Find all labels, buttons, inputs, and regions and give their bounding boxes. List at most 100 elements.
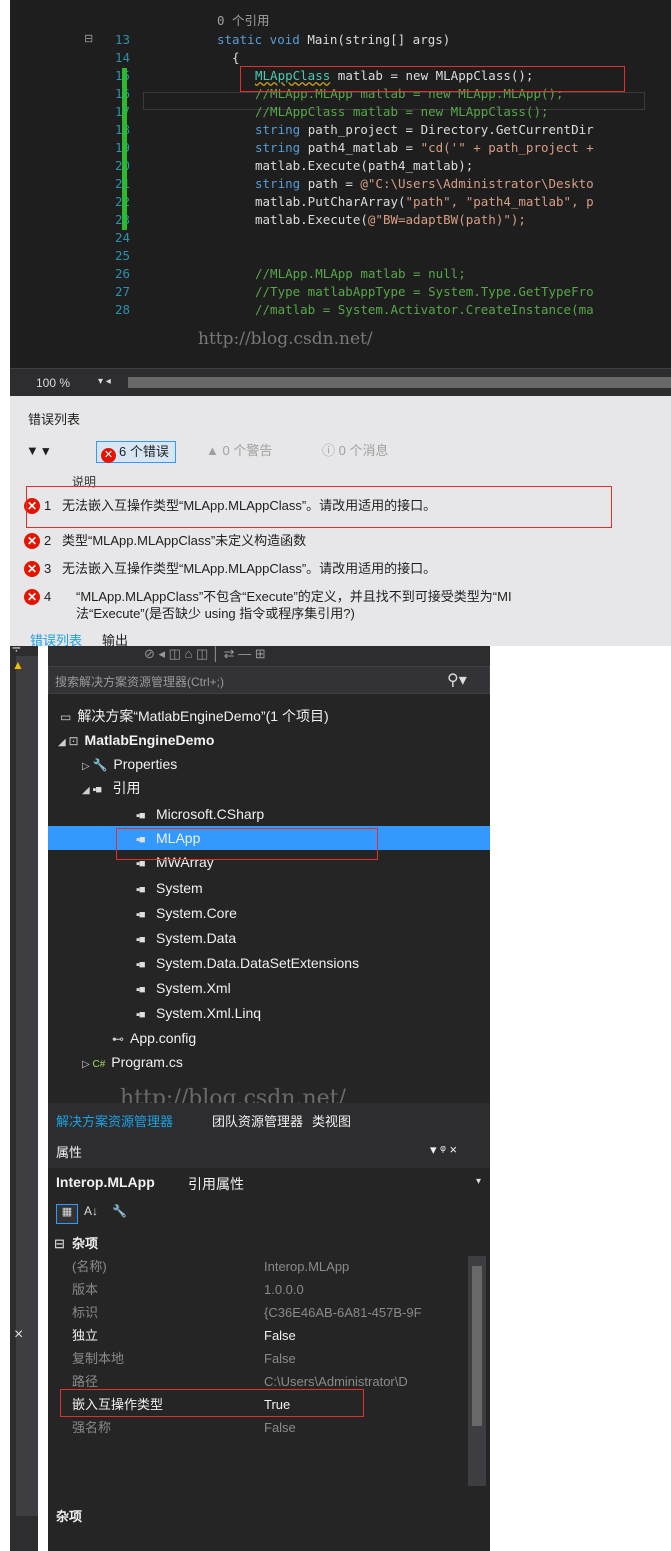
error-icon: ✕ — [101, 448, 116, 463]
csharp-project-icon: ⊡ — [68, 734, 79, 748]
description-title: 杂项 — [56, 1509, 83, 1524]
error-icon: ✕ — [24, 561, 40, 577]
zoom-dropdown-icon[interactable]: ▾ ◂ — [98, 376, 111, 387]
highlight-callout — [116, 828, 378, 860]
line-number: 25 — [114, 248, 130, 263]
vertical-scrollbar[interactable] — [16, 656, 38, 1516]
assembly-icon: ▪■ — [136, 959, 146, 971]
code-line-28: //matlab = System.Activator.CreateInstan… — [255, 302, 594, 317]
collapsed-icon[interactable]: ▷ — [82, 761, 92, 772]
category-row[interactable]: ⊟ 杂项 — [48, 1232, 468, 1255]
assembly-icon: ▪■ — [136, 1009, 146, 1021]
error-row[interactable]: ✕ 2 类型“MLApp.MLAppClass”未定义构造函数 — [10, 529, 671, 553]
object-name: Interop.MLApp — [56, 1174, 155, 1190]
error-row[interactable]: ✕ 3 无法嵌入互操作类型“MLApp.MLAppClass”。请改用适用的接口… — [10, 557, 671, 581]
tab-error-list[interactable]: 错误列表 — [30, 630, 82, 646]
line-number: 14 — [114, 50, 130, 65]
blank-area — [490, 646, 671, 1551]
search-input[interactable]: 搜索解决方案资源管理器(Ctrl+;) — [55, 673, 224, 690]
property-row[interactable]: 独立 False — [48, 1324, 468, 1347]
scrollbar-thumb[interactable] — [472, 1266, 482, 1426]
object-type: 引用属性 — [188, 1176, 244, 1192]
warning-icon: ▲ — [12, 658, 24, 672]
filter-icon[interactable]: ▼ ▾ — [26, 441, 49, 461]
close-icon[interactable]: × — [14, 1326, 23, 1344]
project-node[interactable]: ◢ ⊡ MatlabEngineDemo — [58, 728, 214, 752]
reference-item[interactable]: ▪■ System — [136, 876, 203, 900]
properties-node[interactable]: ▷ 🔧 Properties — [82, 752, 177, 776]
line-number: 28 — [114, 302, 130, 317]
code-line-23: matlab.Execute(@"BW=adaptBW(path)"); — [255, 212, 526, 227]
solution-search-box[interactable]: 搜索解决方案资源管理器(Ctrl+;) ⚲▾ — [48, 666, 490, 694]
warning-icon: ▲ — [206, 443, 223, 458]
toolbar-icons[interactable]: ⊘ ◂ ◫ ⌂ ◫ │ ⇄ — ⊞ — [144, 646, 266, 662]
bottom-tabs: 错误列表 输出 — [10, 630, 671, 646]
warnings-filter-button[interactable]: ▲ 0 个警告 — [206, 441, 272, 461]
highlight-callout — [240, 66, 625, 92]
assembly-icon: ▪■ — [136, 810, 146, 822]
assembly-icon: ▪■ — [136, 909, 146, 921]
search-icon[interactable]: ⚲▾ — [447, 670, 467, 690]
reference-item[interactable]: ▪■ System.Data — [136, 926, 236, 950]
code-editor[interactable]: 13 14 15 16 17 18 19 20 21 22 23 24 25 2… — [10, 0, 671, 368]
chevron-down-icon[interactable]: ▾ — [476, 1176, 481, 1187]
left-dock-strip: ÷ ▲ × — [10, 640, 38, 1551]
panel-title: 错误列表 — [28, 412, 81, 427]
references-node[interactable]: ◢ ▪■ 引用 — [82, 776, 140, 800]
vertical-scrollbar[interactable] — [468, 1256, 486, 1486]
reference-item[interactable]: ▪■ Microsoft.CSharp — [136, 802, 264, 826]
collapsed-icon[interactable]: ▷ — [82, 1059, 92, 1070]
solution-tabs: 解决方案资源管理器 团队资源管理器 类视图 — [48, 1103, 490, 1136]
tab-class-view[interactable]: 类视图 — [312, 1111, 351, 1130]
info-icon: ⓘ — [322, 443, 339, 458]
highlight-callout — [26, 486, 612, 528]
categorized-icon[interactable]: ▦ — [56, 1204, 78, 1224]
messages-filter-button[interactable]: ⓘ 0 个消息 — [322, 441, 388, 461]
property-row[interactable]: 标识 {C36E46AB-6A81-457B-9F — [48, 1301, 468, 1324]
expand-icon[interactable]: ◢ — [58, 737, 68, 748]
property-row[interactable]: 版本 1.0.0.0 — [48, 1278, 468, 1301]
tab-output[interactable]: 输出 — [102, 630, 128, 646]
assembly-icon: ▪■ — [136, 884, 146, 896]
panel-controls[interactable]: ▾ ᵠ × — [430, 1142, 457, 1158]
property-row[interactable]: 复制本地 False — [48, 1347, 468, 1370]
properties-toolbar: ▦ A↓ 🔧 — [48, 1198, 490, 1228]
appconfig-node[interactable]: ⊷ App.config — [112, 1026, 196, 1050]
reference-item[interactable]: ▪■ System.Xml.Linq — [136, 1001, 261, 1025]
code-line-19: string path4_matlab = "cd('" + path_proj… — [255, 140, 594, 155]
pin-icon[interactable]: ÷ — [12, 640, 21, 658]
csharp-file-icon: C# — [92, 1059, 106, 1070]
code-line-27: //Type matlabAppType = System.Type.GetTy… — [255, 284, 594, 299]
code-line-18: string path_project = Directory.GetCurre… — [255, 122, 594, 137]
collapse-icon[interactable]: ⊟ — [54, 1232, 65, 1255]
zoom-level[interactable]: 100 % — [36, 376, 70, 390]
reference-count-hint[interactable]: 0 个引用 — [217, 12, 270, 29]
collapse-icon[interactable]: ⊟ — [84, 32, 93, 45]
line-number-gutter: 13 14 15 16 17 18 19 20 21 22 23 24 25 2… — [10, 0, 130, 368]
panel-title: 属性 — [56, 1145, 83, 1160]
wrench-icon[interactable]: 🔧 — [112, 1204, 127, 1218]
watermark-text: http://blog.csdn.net/ — [198, 329, 373, 349]
object-selector[interactable]: Interop.MLApp 引用属性 ▾ — [48, 1168, 490, 1198]
references-icon: ▪■ — [92, 784, 102, 796]
property-row[interactable]: (名称) Interop.MLApp — [48, 1255, 468, 1278]
error-icon: ✕ — [24, 589, 40, 605]
properties-header: 属性 ▾ ᵠ × — [48, 1136, 490, 1168]
alphabetical-icon[interactable]: A↓ — [84, 1204, 98, 1218]
error-filter-bar: ▼ ▾ ✕ 6 个错误 ▲ 0 个警告 ⓘ 0 个消息 — [10, 438, 671, 464]
reference-item[interactable]: ▪■ System.Data.DataSetExtensions — [136, 951, 359, 975]
line-number: 24 — [114, 230, 130, 245]
reference-item[interactable]: ▪■ System.Xml — [136, 976, 231, 1000]
tab-team-explorer[interactable]: 团队资源管理器 — [212, 1111, 303, 1130]
horizontal-scrollbar[interactable] — [128, 377, 671, 388]
property-row[interactable]: 强名称 False — [48, 1416, 468, 1439]
solution-root[interactable]: ▭ 解决方案“MatlabEngineDemo”(1 个项目) — [60, 704, 329, 728]
errors-filter-button[interactable]: ✕ 6 个错误 — [96, 441, 176, 463]
expand-icon[interactable]: ◢ — [82, 785, 92, 796]
reference-item[interactable]: ▪■ System.Core — [136, 901, 237, 925]
tab-solution-explorer[interactable]: 解决方案资源管理器 — [56, 1111, 173, 1130]
change-marker — [122, 68, 127, 230]
solution-toolbar: ⊘ ◂ ◫ ⌂ ◫ │ ⇄ — ⊞ — [48, 646, 490, 666]
properties-panel: 属性 ▾ ᵠ × Interop.MLApp 引用属性 ▾ ▦ A↓ 🔧 ⊟ 杂… — [48, 1136, 490, 1551]
program-node[interactable]: ▷ C# Program.cs — [82, 1050, 183, 1074]
